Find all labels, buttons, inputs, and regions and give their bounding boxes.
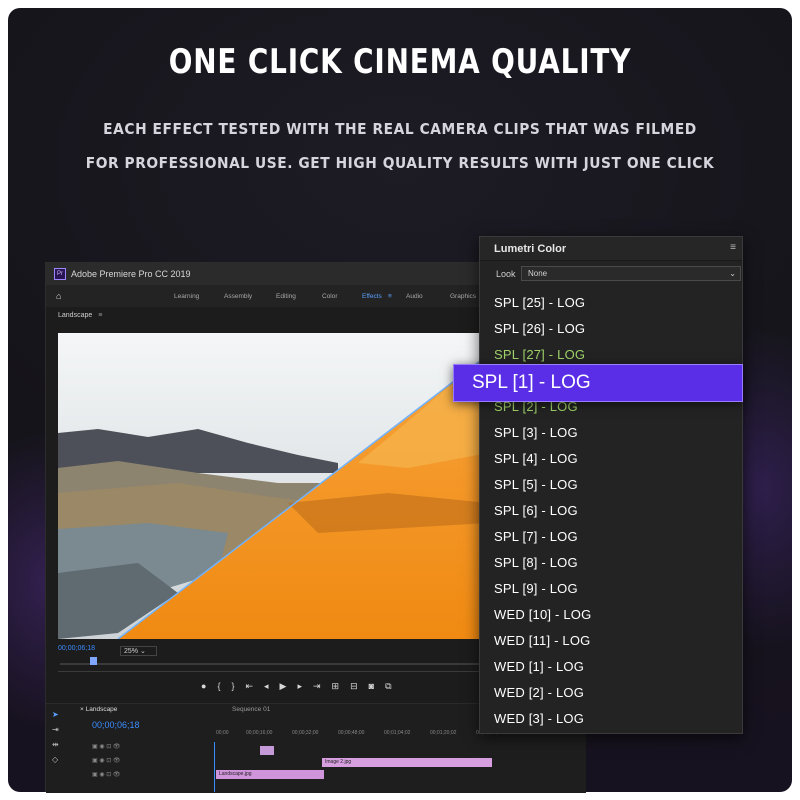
selected-look-label: SPL [1] - LOG	[472, 372, 591, 393]
button-editor-icon[interactable]: ⧉	[385, 681, 391, 692]
selected-look-item[interactable]: SPL [1] - LOG	[453, 364, 743, 402]
list-item[interactable]: WED [10] - LOG	[494, 607, 591, 622]
tab-audio[interactable]: Audio	[406, 293, 423, 300]
track-headers: ▣ ◉ ⊡ 👁 ▣ ◉ ⊡ 👁 ▣ ◉ ⊡ 👁	[92, 744, 121, 778]
divider	[58, 671, 488, 672]
list-item[interactable]: SPL [9] - LOG	[494, 581, 578, 596]
chevron-down-icon: ⌄	[729, 269, 736, 278]
list-item[interactable]: SPL [27] - LOG	[494, 347, 585, 362]
list-item[interactable]: SPL [4] - LOG	[494, 451, 578, 466]
list-item[interactable]: WED [1] - LOG	[494, 659, 584, 674]
panel-label[interactable]: Landscape	[58, 312, 92, 319]
list-item[interactable]: SPL [25] - LOG	[494, 295, 585, 310]
tab-learning[interactable]: Learning	[174, 293, 199, 300]
list-item[interactable]: WED [11] - LOG	[494, 633, 590, 648]
playhead-timecode[interactable]: 00;00;06;18	[58, 645, 95, 652]
zoom-select[interactable]: 25% ⌄	[120, 646, 157, 656]
timeline-clip[interactable]: Landscape.jpg	[216, 770, 324, 779]
list-item[interactable]: SPL [8] - LOG	[494, 555, 578, 570]
subtitle-line-2: FOR PROFESSIONAL USE. GET HIGH QUALITY R…	[85, 154, 715, 172]
app-title: Adobe Premiere Pro CC 2019	[71, 269, 191, 279]
list-item[interactable]: SPL [26] - LOG	[494, 321, 585, 336]
timeline-clip[interactable]	[260, 746, 274, 755]
overwrite-icon[interactable]: ⊟	[350, 681, 358, 692]
workspace-menu-icon[interactable]: ≡	[388, 293, 392, 300]
timeline-tab-landscape[interactable]: × Landscape	[80, 706, 117, 713]
timeline-timecode[interactable]: 00;00;06;18	[92, 720, 140, 730]
timeline-tab-sequence[interactable]: Sequence 01	[232, 706, 270, 713]
transport-controls: ● { } ⇤ ◂ ▶ ▸ ⇥ ⊞ ⊟ ◙ ⧉	[201, 681, 392, 692]
ripple-edit-icon[interactable]: ⇹	[52, 740, 66, 749]
camera-icon[interactable]: ◙	[369, 681, 374, 692]
tab-graphics[interactable]: Graphics	[450, 293, 476, 300]
tab-assembly[interactable]: Assembly	[224, 293, 252, 300]
panel-menu-icon[interactable]: ≡	[730, 242, 736, 253]
tools-panel: ➤ ⇥ ⇹ ◇	[52, 710, 66, 764]
lumetri-color-panel: Lumetri Color ≡ Look None ⌄ SPL [25] - L…	[479, 236, 743, 734]
list-item[interactable]: SPL [5] - LOG	[494, 477, 578, 492]
home-icon[interactable]: ⌂	[56, 291, 61, 301]
list-item[interactable]: SPL [6] - LOG	[494, 503, 578, 518]
program-monitor[interactable]	[58, 333, 488, 639]
go-to-in-icon[interactable]: ⇤	[245, 681, 253, 692]
look-dropdown[interactable]: None ⌄	[521, 266, 741, 281]
subtitle-line-1: EACH EFFECT TESTED WITH THE REAL CAMERA …	[103, 120, 697, 138]
marker-icon[interactable]: ●	[201, 681, 206, 692]
panel-header: Lumetri Color ≡	[480, 237, 742, 261]
go-to-out-icon[interactable]: ⇥	[313, 681, 321, 692]
insert-icon[interactable]: ⊞	[332, 681, 340, 692]
razor-icon[interactable]: ◇	[52, 755, 66, 764]
scrub-bar[interactable]	[60, 663, 485, 665]
panel-menu-icon[interactable]: ≡	[98, 312, 102, 319]
step-back-icon[interactable]: ◂	[264, 681, 269, 692]
timecode-row: 00;00;06;18 25% ⌄	[58, 645, 498, 659]
list-item[interactable]: WED [3] - LOG	[494, 711, 584, 726]
playhead-handle[interactable]	[90, 657, 97, 665]
list-item[interactable]: SPL [7] - LOG	[494, 529, 578, 544]
panel-title: Lumetri Color	[494, 242, 567, 255]
out-point-icon[interactable]: }	[231, 681, 234, 692]
landscape-preview	[58, 333, 488, 639]
in-point-icon[interactable]: {	[217, 681, 220, 692]
tab-editing[interactable]: Editing	[276, 293, 296, 300]
tab-color[interactable]: Color	[322, 293, 338, 300]
look-label: Look	[496, 269, 516, 279]
step-forward-icon[interactable]: ▸	[297, 681, 302, 692]
headline: ONE CLICK CINEMA QUALITY	[168, 42, 632, 82]
play-icon[interactable]: ▶	[280, 681, 287, 692]
timeline-clip[interactable]: Image 2.jpg	[322, 758, 492, 767]
track-select-icon[interactable]: ⇥	[52, 725, 66, 734]
selection-tool-icon[interactable]: ➤	[52, 710, 66, 719]
list-item[interactable]: WED [2] - LOG	[494, 685, 584, 700]
tab-effects[interactable]: Effects	[362, 293, 382, 300]
playhead-line	[214, 742, 215, 792]
list-item[interactable]: SPL [3] - LOG	[494, 425, 578, 440]
premiere-logo-icon: Pr	[54, 268, 66, 280]
